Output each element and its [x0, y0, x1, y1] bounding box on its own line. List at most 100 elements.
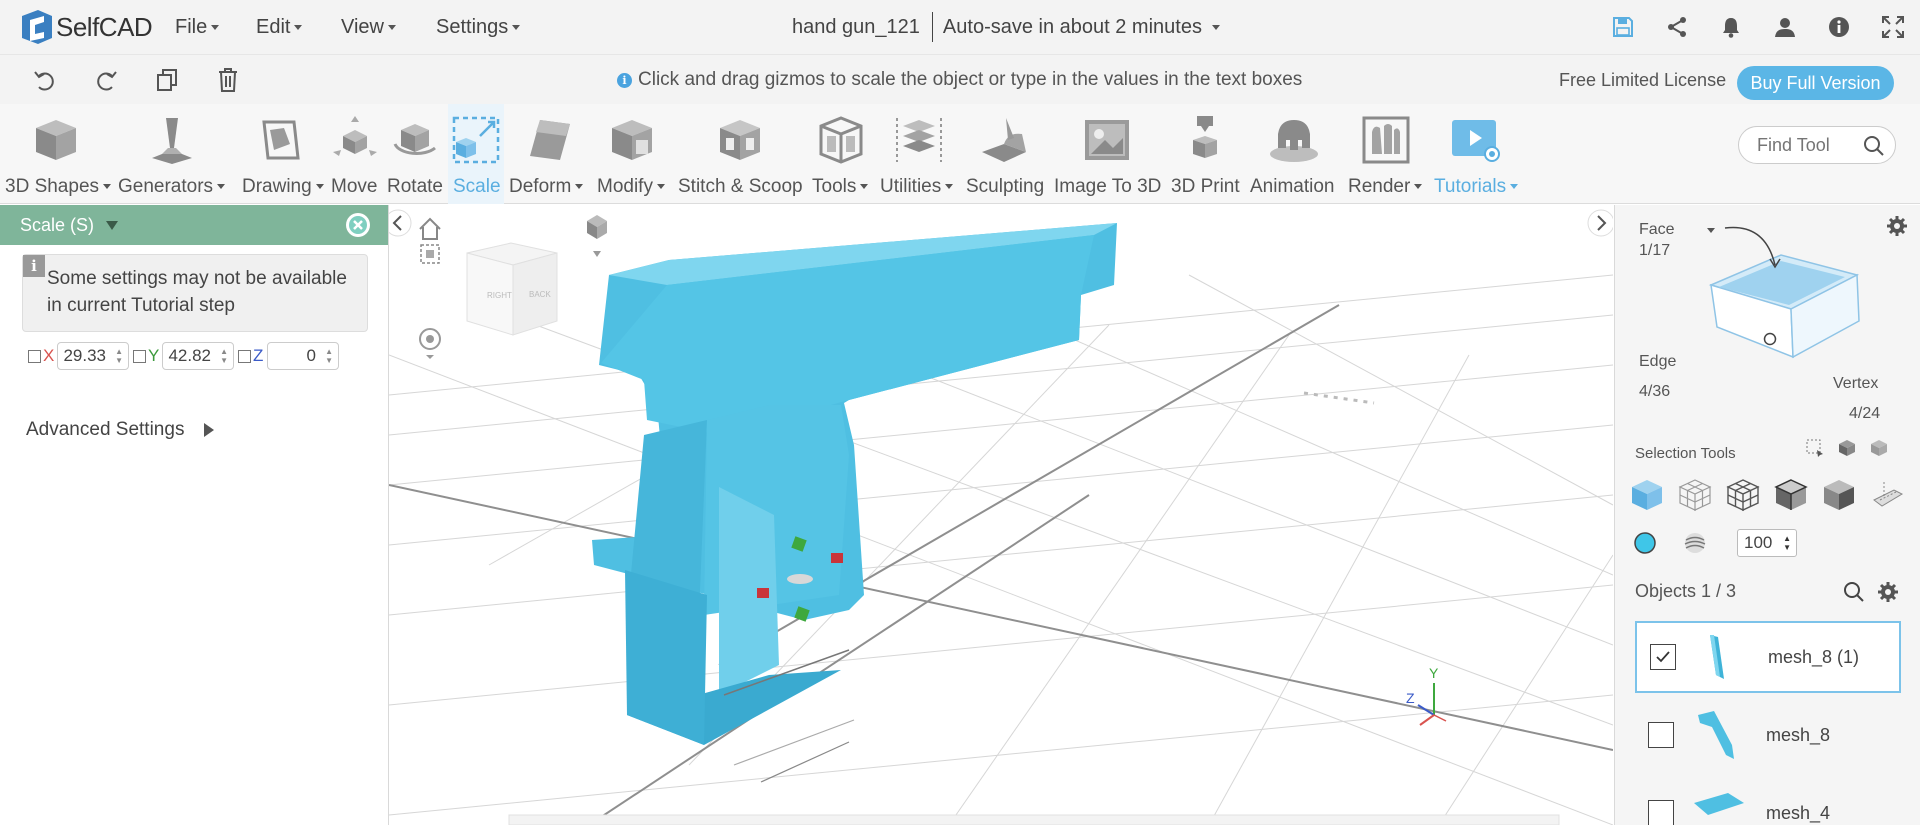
tool-image-to-3d[interactable]: Image To 3D [1048, 104, 1166, 204]
tool-3d-print[interactable]: 3D Print [1168, 104, 1242, 204]
select-object-mode[interactable] [1623, 473, 1671, 517]
menu-settings[interactable]: Settings [436, 0, 521, 54]
selfcad-logo-icon [22, 10, 52, 44]
axis-z-lock-checkbox[interactable] [238, 349, 251, 363]
save-button[interactable] [1596, 0, 1650, 54]
tool-tools[interactable]: Tools [806, 104, 876, 204]
select-vertex-mode[interactable] [1815, 473, 1863, 517]
redo-icon [96, 71, 117, 91]
notifications-button[interactable] [1704, 0, 1758, 54]
selection-mode-icons [1623, 473, 1911, 517]
tool-scale[interactable]: Scale [448, 104, 504, 204]
tutorial-note: i Some settings may not be available in … [22, 254, 368, 332]
object-checkbox[interactable] [1648, 722, 1674, 748]
tool-drawing[interactable]: Drawing [232, 104, 324, 204]
color-swatch-icon[interactable] [1633, 531, 1657, 555]
tool-tutorials[interactable]: Tutorials [1428, 104, 1520, 204]
tool-modify[interactable]: Modify [592, 104, 672, 204]
3d-viewport[interactable]: RIGHT BACK Y Z [389, 205, 1613, 825]
document-title[interactable]: hand gun_121 [792, 16, 920, 39]
view-cube-toggle-icon [420, 244, 440, 264]
list-item[interactable]: mesh_8 [1635, 699, 1901, 771]
license-label: Free Limited License [1559, 69, 1727, 90]
axis-z-input[interactable]: 0 ▲ ▼ [267, 342, 339, 370]
copy-button[interactable] [136, 55, 197, 105]
help-button[interactable] [1812, 0, 1866, 54]
chevron-down-icon[interactable] [1211, 24, 1220, 30]
solid-cube-icon [1632, 480, 1662, 510]
tool-animation[interactable]: Animation [1244, 104, 1344, 204]
texture-icon[interactable] [1683, 531, 1707, 555]
brush-size-input[interactable]: 100 ▲ ▼ [1737, 529, 1797, 557]
box-select-icon[interactable] [1805, 438, 1825, 458]
tool-utilities[interactable]: Utilities [878, 104, 960, 204]
save-icon [1613, 17, 1633, 37]
drawing-icon [262, 120, 300, 160]
stepper-icon: ▲ ▼ [115, 347, 123, 365]
close-icon [347, 214, 369, 236]
redo-button[interactable] [75, 55, 136, 105]
axis-x-input[interactable]: 29.33 ▲ ▼ [57, 342, 129, 370]
scale-axes: X 29.33 ▲ ▼ Y 42.82 ▲ ▼ Z 0 ▲ ▼ [28, 341, 343, 371]
selection-mode-cube[interactable] [1695, 223, 1895, 363]
object-checkbox[interactable] [1648, 800, 1674, 825]
menu-view[interactable]: View [341, 0, 396, 54]
image-to-3d-icon [1085, 120, 1129, 160]
tool-generators[interactable]: Generators [114, 104, 230, 204]
share-button[interactable] [1650, 0, 1704, 54]
menu-bar: SelfCAD File Edit View Settings hand gun… [0, 0, 1920, 54]
axis-y-input[interactable]: 42.82 ▲ ▼ [162, 342, 234, 370]
undo-icon [33, 71, 54, 91]
advanced-settings-toggle[interactable]: Advanced Settings [26, 419, 215, 441]
select-face-mode[interactable] [1719, 473, 1767, 517]
generator-icon [152, 118, 192, 164]
select-plane-mode[interactable] [1863, 473, 1911, 517]
tools-icon [819, 116, 863, 164]
axis-y-label: Y [148, 346, 160, 365]
undo-button[interactable] [14, 55, 75, 105]
tool-stitch-scoop[interactable]: Stitch & Scoop [674, 104, 804, 204]
menu-edit[interactable]: Edit [256, 0, 303, 54]
axis-y-lock-checkbox[interactable] [133, 349, 146, 363]
tool-deform[interactable]: Deform [506, 104, 590, 204]
search-icon[interactable] [1843, 581, 1865, 603]
select-wireframe-mode[interactable] [1671, 473, 1719, 517]
tool-3d-shapes[interactable]: 3D Shapes [0, 104, 112, 204]
object-thumbnail [1710, 635, 1724, 679]
fullscreen-button[interactable] [1866, 0, 1920, 54]
close-panel-button[interactable] [346, 213, 370, 237]
list-item[interactable]: mesh_4 [1635, 777, 1901, 825]
delete-button[interactable] [197, 55, 258, 105]
panel-header[interactable]: Scale (S) [0, 205, 388, 245]
tool-rotate[interactable]: Rotate [384, 104, 446, 204]
gear-icon[interactable] [1877, 581, 1899, 603]
axis-x-lock-checkbox[interactable] [28, 349, 41, 363]
home-view-icon [419, 217, 441, 240]
tool-sculpting[interactable]: Sculpting [962, 104, 1046, 204]
search-icon[interactable] [1863, 135, 1885, 157]
invert-select-icon[interactable] [1869, 438, 1889, 458]
view-cube: RIGHT BACK [466, 242, 558, 336]
select-edge-mode[interactable] [1767, 473, 1815, 517]
panel-title: Scale (S) [20, 214, 95, 235]
menu-file[interactable]: File [175, 0, 220, 54]
tool-render[interactable]: Render [1346, 104, 1426, 204]
scene-canvas[interactable]: RIGHT BACK Y Z [389, 205, 1613, 825]
edge-cube-icon [1774, 479, 1808, 510]
object-checkbox[interactable] [1650, 644, 1676, 670]
object-name: mesh_8 [1766, 724, 1831, 745]
chevron-down-icon [388, 24, 396, 30]
list-item[interactable]: mesh_8 (1) [1635, 621, 1901, 693]
app-logo[interactable]: SelfCAD [18, 8, 153, 46]
autosave-status[interactable]: Auto-save in about 2 minutes [943, 16, 1202, 39]
find-tool-input[interactable] [1757, 134, 1867, 156]
collapse-icon[interactable] [106, 220, 119, 230]
tool-move[interactable]: Move [326, 104, 384, 204]
account-button[interactable] [1758, 0, 1812, 54]
chevron-down-icon [1414, 184, 1423, 190]
object-thumbnail [1698, 711, 1734, 759]
buy-full-version-button[interactable]: Buy Full Version [1737, 66, 1894, 100]
checkmark-icon [1656, 651, 1670, 663]
select-all-icon[interactable] [1837, 438, 1857, 458]
chevron-down-icon [945, 184, 954, 190]
